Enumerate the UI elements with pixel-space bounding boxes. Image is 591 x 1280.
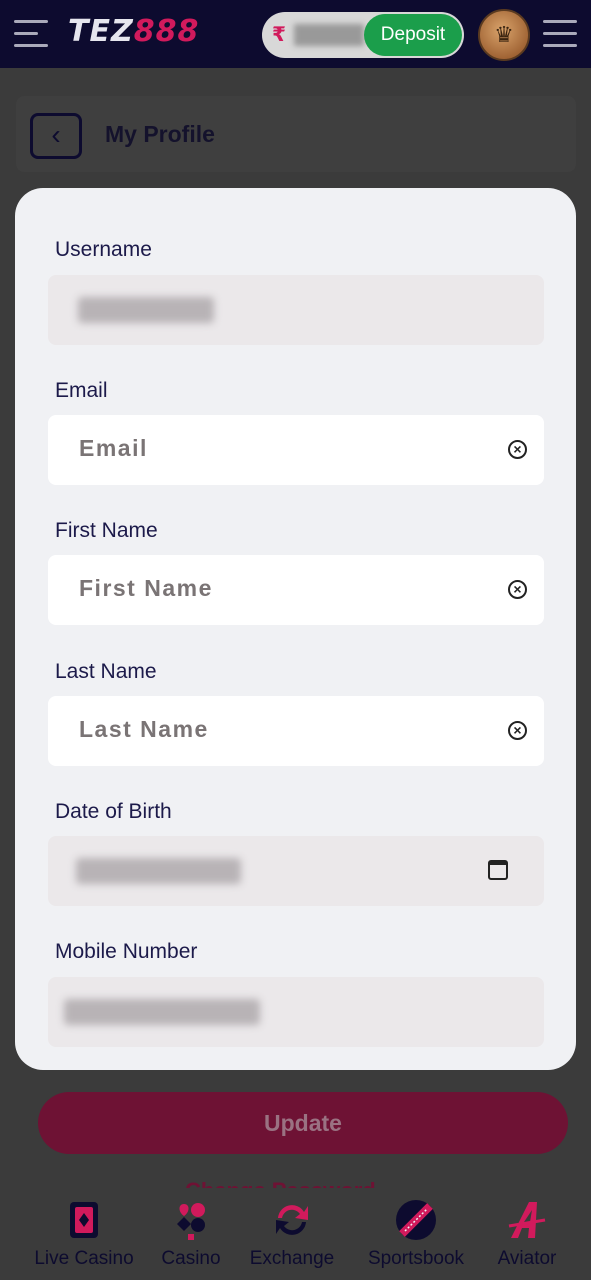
clear-first-name-icon[interactable]: × [508, 580, 527, 599]
page-header [16, 96, 576, 172]
update-button[interactable]: Update [38, 1092, 568, 1154]
nav-exchange[interactable]: Exchange [244, 1188, 340, 1270]
balance-value-redacted [294, 24, 364, 46]
casino-icon [169, 1198, 213, 1242]
nav-aviator[interactable]: Aviator [490, 1188, 564, 1270]
brand-logo[interactable]: TEZ888 [68, 14, 199, 49]
dob-field[interactable] [48, 836, 544, 906]
mobile-value-redacted [64, 999, 260, 1025]
username-field [48, 275, 544, 345]
clear-last-name-icon[interactable]: × [508, 721, 527, 740]
clear-email-icon[interactable]: × [508, 440, 527, 459]
first-name-placeholder: First Name [79, 575, 213, 601]
deposit-button[interactable]: Deposit [364, 14, 462, 56]
nav-casino[interactable]: Casino [158, 1188, 224, 1270]
wallet-balance[interactable]: ₹ Deposit [262, 12, 464, 58]
aviator-icon [505, 1198, 549, 1242]
last-name-field[interactable]: Last Name × [48, 696, 544, 766]
mobile-field [48, 977, 544, 1047]
calendar-icon[interactable] [488, 860, 508, 880]
dob-label: Date of Birth [55, 800, 172, 823]
dob-value-redacted [76, 858, 241, 884]
email-label: Email [55, 379, 108, 402]
back-button[interactable]: ‹ [30, 113, 82, 159]
last-name-placeholder: Last Name [79, 716, 209, 742]
menu-right-icon[interactable] [543, 20, 577, 48]
email-field[interactable]: Email × [48, 415, 544, 485]
email-placeholder: Email [79, 435, 148, 461]
page-title: My Profile [105, 121, 215, 147]
username-label: Username [55, 238, 152, 261]
first-name-field[interactable]: First Name × [48, 555, 544, 625]
menu-left-icon[interactable] [14, 20, 48, 48]
mobile-label: Mobile Number [55, 940, 198, 963]
rupee-icon: ₹ [272, 24, 286, 46]
vip-crown-avatar-icon[interactable]: ♛ [478, 9, 530, 61]
username-value-redacted [78, 297, 214, 323]
first-name-label: First Name [55, 519, 158, 542]
bottom-navigation: Live Casino Casino Exchange Sportsbook A… [0, 1188, 591, 1280]
nav-sportsbook[interactable]: Sportsbook [360, 1188, 472, 1270]
exchange-icon [270, 1198, 314, 1242]
live-casino-icon [62, 1198, 106, 1242]
nav-live-casino[interactable]: Live Casino [30, 1188, 138, 1270]
top-header: TEZ888 ₹ Deposit ♛ [0, 0, 591, 68]
last-name-label: Last Name [55, 660, 157, 683]
sportsbook-icon [394, 1198, 438, 1242]
